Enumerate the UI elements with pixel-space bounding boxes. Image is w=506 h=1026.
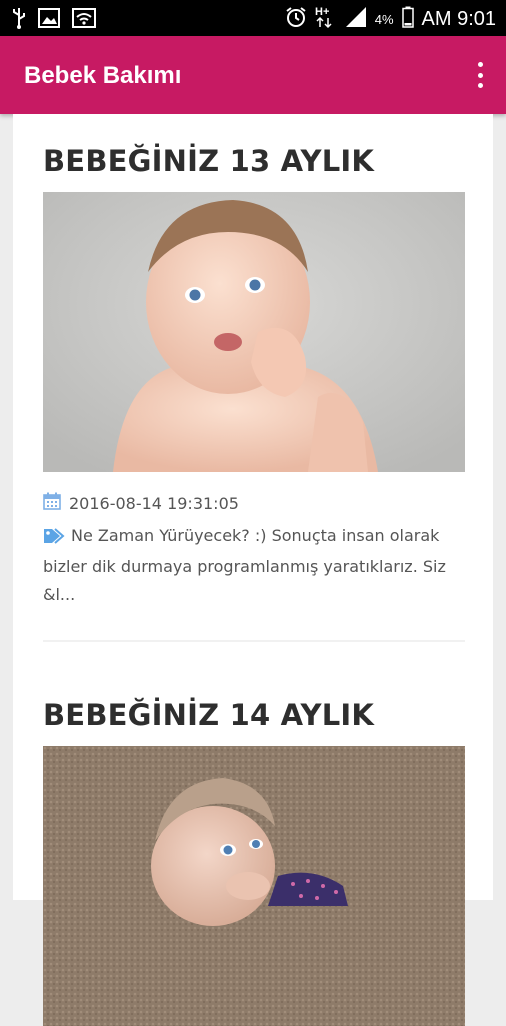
signal-icon	[345, 6, 367, 32]
post-date: 2016-08-14 19:31:05	[69, 493, 239, 513]
hplus-signal-icon: H+	[315, 5, 337, 33]
usb-icon	[12, 7, 26, 33]
post-list: BEBEĞİNİZ 13 AYLIK 2016-08-14 19:31:05 N…	[13, 114, 493, 1026]
status-bar: H+ 4% AM 9:01	[0, 0, 506, 36]
svg-text:H+: H+	[315, 6, 329, 18]
battery-percent: 4%	[374, 11, 394, 27]
tag-icon	[43, 525, 65, 553]
image-icon	[38, 7, 60, 33]
divider	[43, 640, 465, 642]
app-bar: Bebek Bakımı	[0, 36, 506, 114]
post-title[interactable]: BEBEĞİNİZ 14 AYLIK	[43, 698, 465, 732]
wifi-icon	[72, 7, 96, 33]
post-card[interactable]: BEBEĞİNİZ 13 AYLIK 2016-08-14 19:31:05 N…	[43, 144, 465, 609]
post-excerpt-text: Ne Zaman Yürüyecek? :) Sonuçta insan ola…	[43, 526, 446, 604]
post-image[interactable]	[43, 192, 465, 472]
post-meta: 2016-08-14 19:31:05	[43, 492, 465, 514]
calendar-icon	[43, 492, 61, 514]
post-image[interactable]	[43, 746, 465, 1026]
clock: AM 9:01	[421, 7, 496, 30]
alarm-icon	[285, 6, 307, 32]
app-title: Bebek Bakımı	[24, 62, 182, 89]
post-excerpt: Ne Zaman Yürüyecek? :) Sonuçta insan ola…	[43, 522, 465, 609]
overflow-menu-icon[interactable]	[474, 62, 486, 88]
post-title[interactable]: BEBEĞİNİZ 13 AYLIK	[43, 144, 465, 178]
post-card[interactable]: BEBEĞİNİZ 14 AYLIK	[43, 698, 465, 1026]
battery-icon	[401, 6, 414, 32]
